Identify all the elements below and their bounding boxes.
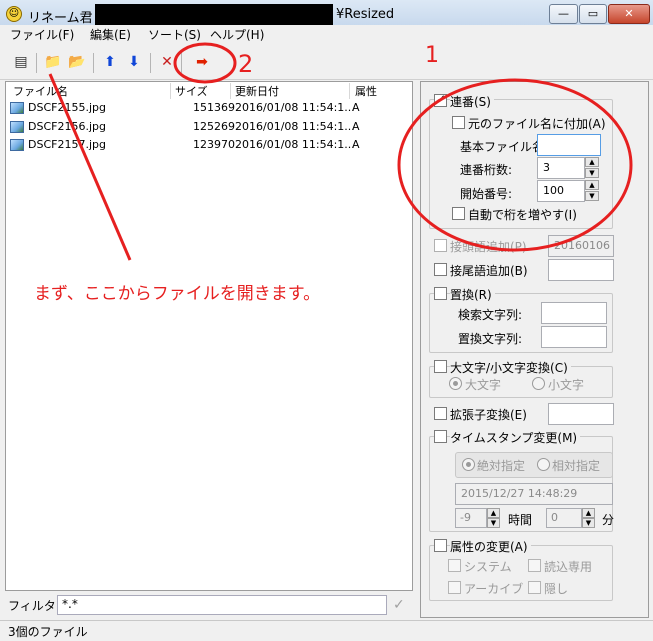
annotation-circle-panel (397, 78, 633, 252)
annotation-label-1: 1 (425, 43, 439, 68)
annotation-circle-execute (173, 42, 237, 84)
annotation-label-2: 2 (238, 50, 254, 78)
annotation-arrow-line (48, 73, 132, 261)
annotation-overlay (48, 42, 633, 261)
annotation-note: まず、ここからファイルを開きます。 (34, 284, 321, 304)
